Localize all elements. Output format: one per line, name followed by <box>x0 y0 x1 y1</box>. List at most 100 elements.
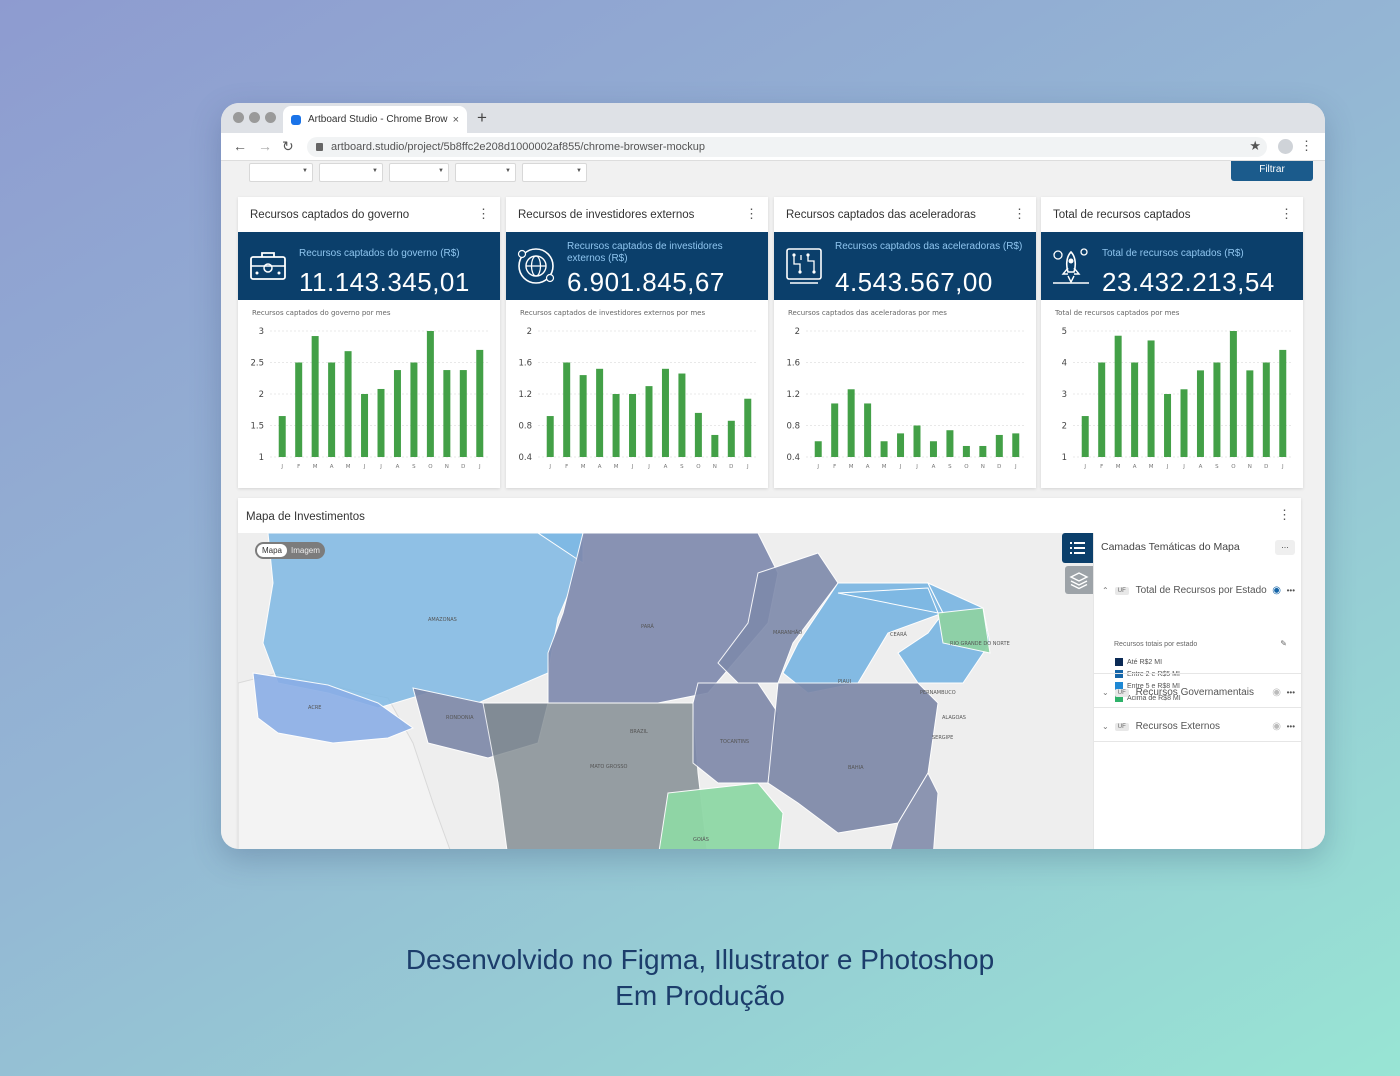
card-menu-icon[interactable]: ⋮ <box>1013 206 1026 222</box>
x-tick-label: O <box>428 464 433 470</box>
filter-select-3[interactable] <box>389 163 449 182</box>
bar <box>377 388 385 457</box>
x-tick-label: M <box>614 464 619 470</box>
caption-line-2: Em Produção <box>615 980 785 1011</box>
y-tick-label: 0.8 <box>518 422 532 432</box>
eye-icon[interactable]: ◉ <box>1272 585 1281 596</box>
url-field[interactable]: artboard.studio/project/5b8ffc2e208d1000… <box>307 137 1267 157</box>
profile-avatar[interactable] <box>1278 139 1293 154</box>
bar <box>1279 349 1287 457</box>
bar <box>426 331 434 457</box>
bar <box>361 394 369 457</box>
x-tick-label: S <box>412 464 416 470</box>
chevron-down-icon[interactable]: ⌄ <box>1102 722 1112 731</box>
card-investidores: Recursos de investidores externos ⋮ Recu… <box>506 197 768 488</box>
y-tick-label: 4 <box>1062 359 1067 369</box>
layers-stack-button[interactable] <box>1065 566 1093 594</box>
bar <box>995 434 1003 457</box>
x-tick-label: J <box>1281 464 1284 470</box>
layer-options-icon[interactable]: ••• <box>1287 586 1295 595</box>
bar <box>546 416 554 457</box>
x-tick-label: N <box>981 464 985 470</box>
minimize-window-dot[interactable] <box>249 112 260 123</box>
eye-icon[interactable]: ◉ <box>1272 687 1281 698</box>
new-tab-button[interactable]: + <box>477 108 487 128</box>
layer-recursos-governamentais[interactable]: ⌄ UF Recursos Governamentais <box>1102 687 1254 698</box>
tab-bar: Artboard Studio - Chrome Brow × + <box>221 103 1325 133</box>
back-button[interactable]: ← <box>233 138 247 154</box>
y-tick-label: 2 <box>795 327 800 337</box>
kpi-value: 11.143.345,01 <box>299 267 470 297</box>
bar <box>443 370 451 457</box>
toggle-mapa[interactable]: Mapa <box>257 544 287 557</box>
panel-options-button[interactable]: ... <box>1275 540 1295 555</box>
browser-tab[interactable]: Artboard Studio - Chrome Brow × <box>283 106 467 133</box>
layer-options-icon[interactable]: ••• <box>1287 722 1295 731</box>
chevron-down-icon[interactable]: ⌄ <box>1102 688 1112 697</box>
layer-options-icon[interactable]: ••• <box>1287 688 1295 697</box>
layer-recursos-externos[interactable]: ⌄ UF Recursos Externos <box>1102 721 1220 732</box>
y-tick-label: 0.4 <box>786 453 800 463</box>
layer-subtitle: Recursos totais por estado <box>1114 641 1198 648</box>
x-tick-label: J <box>647 464 650 470</box>
bar <box>1081 416 1089 457</box>
x-tick-label: A <box>598 464 602 470</box>
x-tick-label: A <box>330 464 334 470</box>
card-menu-icon[interactable]: ⋮ <box>1280 206 1293 222</box>
legend-item: Entre 2 e R$5 MI <box>1115 670 1180 678</box>
toggle-imagem[interactable]: Imagem <box>291 544 320 557</box>
bar <box>629 394 637 457</box>
maximize-window-dot[interactable] <box>265 112 276 123</box>
bar <box>694 412 702 457</box>
map-card: Mapa de Investimentos ⋮ AMAZONAS ACRE RO… <box>238 498 1302 849</box>
url-text: artboard.studio/project/5b8ffc2e208d1000… <box>331 141 706 153</box>
card-menu-icon[interactable]: ⋮ <box>745 206 758 222</box>
reload-button[interactable]: ↻ <box>282 138 294 155</box>
map-menu-icon[interactable]: ⋮ <box>1278 507 1291 523</box>
y-tick-label: 3 <box>259 327 264 337</box>
lock-icon <box>316 143 323 151</box>
x-tick-label: J <box>816 464 819 470</box>
bar <box>831 403 839 457</box>
chevron-up-icon[interactable]: ⌃ <box>1102 586 1112 595</box>
tab-close-icon[interactable]: × <box>453 114 459 126</box>
x-tick-label: A <box>1199 464 1203 470</box>
x-tick-label: J <box>478 464 481 470</box>
x-tick-label: J <box>548 464 551 470</box>
close-window-dot[interactable] <box>233 112 244 123</box>
map-view-toggle[interactable]: Mapa Imagem <box>255 542 325 559</box>
map-view[interactable]: AMAZONAS ACRE RONDONIA PARÁ MARANHÃO PIA… <box>238 533 1093 849</box>
chart-title: Total de recursos captados por mes <box>1054 309 1180 317</box>
layers-icon <box>1069 572 1089 590</box>
card-title: Recursos captados das aceleradoras <box>786 209 976 221</box>
layers-list-button[interactable] <box>1062 533 1093 563</box>
filter-button[interactable]: Filtrar <box>1231 161 1313 181</box>
bar <box>897 433 905 457</box>
kpi-label: Recursos captados das aceleradoras (R$) <box>835 241 1023 252</box>
address-bar: ← → ↻ artboard.studio/project/5b8ffc2e20… <box>221 133 1325 161</box>
forward-button[interactable]: → <box>258 138 272 154</box>
y-tick-label: 1.6 <box>786 359 800 369</box>
filter-select-2[interactable] <box>319 163 383 182</box>
card-menu-icon[interactable]: ⋮ <box>477 206 490 222</box>
region-label: ACRE <box>308 705 321 711</box>
legend-swatch <box>1115 670 1123 678</box>
x-tick-label: D <box>461 464 465 470</box>
bar <box>979 445 987 457</box>
browser-menu-icon[interactable]: ⋮ <box>1300 138 1313 154</box>
briefcase-icon <box>250 252 286 280</box>
x-tick-label: A <box>664 464 668 470</box>
filter-select-1[interactable] <box>249 163 313 182</box>
bookmark-star-icon[interactable]: ★ <box>1249 138 1261 154</box>
bar <box>1213 362 1221 457</box>
region-label: AMAZONAS <box>428 617 457 623</box>
layer-total-recursos[interactable]: ⌃ UF Total de Recursos por Estado <box>1102 585 1267 596</box>
panel-title: Camadas Temáticas do Mapa <box>1101 541 1240 553</box>
edit-pencil-icon[interactable]: ✎ <box>1280 639 1287 648</box>
region-label: ALAGOAS <box>942 715 966 721</box>
x-tick-label: A <box>866 464 870 470</box>
choropleth-map[interactable]: AMAZONAS ACRE RONDONIA PARÁ MARANHÃO PIA… <box>238 533 1093 849</box>
eye-icon[interactable]: ◉ <box>1272 721 1281 732</box>
filter-select-5[interactable] <box>522 163 587 182</box>
filter-select-4[interactable] <box>455 163 516 182</box>
